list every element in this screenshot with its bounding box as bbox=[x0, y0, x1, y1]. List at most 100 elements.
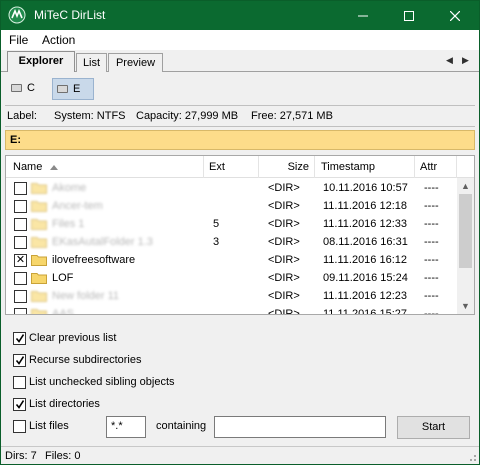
row-name: LOF bbox=[52, 272, 74, 284]
minimize-icon bbox=[358, 15, 368, 16]
row-checkbox[interactable]: ✕ bbox=[14, 254, 27, 267]
option-label: List directories bbox=[29, 398, 100, 410]
column-label: Attr bbox=[420, 161, 438, 173]
table-row[interactable]: Files 1 5 <DIR> 11.11.2016 12:33 ---- bbox=[6, 215, 456, 233]
option-label: List unchecked sibling objects bbox=[29, 376, 175, 388]
table-row[interactable]: EKasAutalFolder 1.3 3 <DIR> 08.11.2016 16:3… bbox=[6, 233, 456, 251]
maximize-icon bbox=[404, 10, 414, 21]
tab-list[interactable]: List bbox=[76, 53, 107, 72]
column-header-attr[interactable]: Attr bbox=[415, 156, 457, 178]
row-timestamp: 11.11.2016 15:27 bbox=[323, 308, 408, 315]
app-icon bbox=[8, 6, 26, 24]
checkbox[interactable] bbox=[13, 420, 26, 433]
file-grid[interactable]: Name Ext Size Timestamp Attr Akome <DIR> 1… bbox=[5, 155, 475, 315]
checkbox[interactable] bbox=[13, 398, 26, 411]
option-label: Clear previous list bbox=[29, 332, 117, 344]
option-checkbox[interactable]: Clear previous list bbox=[13, 332, 213, 348]
scroll-down-icon[interactable]: ▼ bbox=[457, 298, 474, 314]
containing-input[interactable] bbox=[214, 416, 386, 438]
row-checkbox[interactable] bbox=[14, 200, 27, 213]
folder-icon bbox=[31, 182, 47, 194]
file-mask-input[interactable]: *.* bbox=[106, 416, 146, 438]
row-timestamp: 08.11.2016 16:31 bbox=[323, 236, 408, 248]
title-bar[interactable]: MiTeC DirList bbox=[1, 1, 479, 30]
column-header-size[interactable]: Size bbox=[259, 156, 315, 178]
free-space-text: Free: 27,571 MB bbox=[251, 110, 333, 122]
table-row[interactable]: New folder 11 <DIR> 11.11.2016 12:23 ---- bbox=[6, 287, 456, 305]
row-timestamp: 11.11.2016 12:33 bbox=[323, 218, 408, 230]
row-size: <DIR> bbox=[268, 218, 300, 230]
tab-explorer[interactable]: Explorer bbox=[7, 51, 75, 72]
row-name: New folder 11 bbox=[52, 290, 120, 302]
column-header-timestamp[interactable]: Timestamp bbox=[315, 156, 415, 178]
menu-file[interactable]: File bbox=[9, 33, 28, 47]
column-header-ext[interactable]: Ext bbox=[204, 156, 259, 178]
row-attr: ---- bbox=[424, 236, 439, 248]
scroll-thumb[interactable] bbox=[459, 194, 472, 268]
drive-button-e[interactable]: E bbox=[52, 78, 94, 100]
folder-icon bbox=[31, 200, 47, 212]
option-checkbox[interactable]: List directories bbox=[13, 398, 213, 414]
menu-action[interactable]: Action bbox=[42, 33, 75, 47]
row-name: EKasAutalFolder 1.3 bbox=[52, 236, 153, 248]
column-label: Timestamp bbox=[321, 161, 375, 173]
checkbox[interactable] bbox=[13, 332, 26, 345]
drive-info-bar: Label: System: NTFS Capacity: 27,999 MB … bbox=[5, 108, 475, 126]
capacity-text: Capacity: 27,999 MB bbox=[136, 110, 239, 122]
tab-preview[interactable]: Preview bbox=[108, 53, 163, 72]
minimize-button[interactable] bbox=[340, 1, 386, 30]
tab-scroll-left-icon[interactable]: ◀ bbox=[446, 55, 453, 66]
drive-button-c[interactable]: C bbox=[7, 78, 47, 100]
row-name: Ancer-tem bbox=[52, 200, 103, 212]
row-attr: ---- bbox=[424, 200, 439, 212]
scroll-up-icon[interactable]: ▲ bbox=[457, 178, 474, 194]
current-path: E: bbox=[10, 134, 21, 146]
app-window: MiTeC DirList File Action Explorer List … bbox=[0, 0, 480, 465]
row-checkbox[interactable] bbox=[14, 218, 27, 231]
maximize-button[interactable] bbox=[386, 1, 432, 30]
table-row[interactable]: AAS <DIR> 11.11.2016 15:27 ---- bbox=[6, 305, 456, 315]
folder-icon bbox=[31, 272, 47, 284]
table-row[interactable]: Akome <DIR> 10.11.2016 10:57 ---- bbox=[6, 179, 456, 197]
table-row[interactable]: ✕ ilovefreesoftware <DIR> 11.11.2016 16:12 -… bbox=[6, 251, 456, 269]
column-label: Ext bbox=[209, 161, 225, 173]
row-checkbox[interactable] bbox=[14, 182, 27, 195]
row-checkbox[interactable] bbox=[14, 308, 27, 314]
drive-icon bbox=[57, 85, 68, 93]
row-size: <DIR> bbox=[268, 308, 300, 315]
row-size: <DIR> bbox=[268, 200, 300, 212]
close-button[interactable] bbox=[432, 1, 478, 30]
row-timestamp: 11.11.2016 12:23 bbox=[323, 290, 408, 302]
checkbox[interactable] bbox=[13, 376, 26, 389]
row-checkbox[interactable] bbox=[14, 236, 27, 249]
filesystem-text: System: NTFS bbox=[54, 110, 126, 122]
row-size: <DIR> bbox=[268, 182, 300, 194]
option-checkbox[interactable]: Recurse subdirectories bbox=[13, 354, 213, 370]
drive-label: C bbox=[27, 82, 35, 94]
row-name: Files 1 bbox=[52, 218, 85, 230]
menu-bar: File Action bbox=[1, 30, 479, 50]
table-row[interactable]: Ancer-tem <DIR> 11.11.2016 12:18 ---- bbox=[6, 197, 456, 215]
row-checkbox[interactable] bbox=[14, 272, 27, 285]
row-timestamp: 09.11.2016 15:24 bbox=[323, 272, 408, 284]
row-timestamp: 11.11.2016 16:12 bbox=[323, 254, 408, 266]
start-button[interactable]: Start bbox=[397, 416, 470, 439]
containing-label: containing bbox=[156, 420, 207, 432]
tab-scroll-right-icon[interactable]: ▶ bbox=[462, 55, 469, 66]
row-ext: 3 bbox=[213, 236, 220, 248]
option-checkbox[interactable]: List files bbox=[13, 420, 93, 436]
option-checkbox[interactable]: List unchecked sibling objects bbox=[13, 376, 213, 392]
row-checkbox[interactable] bbox=[14, 290, 27, 303]
row-size: <DIR> bbox=[268, 290, 300, 302]
vertical-scrollbar[interactable]: ▲ ▼ bbox=[457, 178, 474, 314]
resize-grip-icon[interactable] bbox=[467, 452, 477, 462]
row-attr: ---- bbox=[424, 290, 439, 302]
column-label: Size bbox=[287, 161, 309, 173]
checkbox[interactable] bbox=[13, 354, 26, 367]
folder-icon bbox=[31, 218, 47, 230]
row-name: AAS bbox=[52, 308, 75, 315]
column-header-name[interactable]: Name bbox=[6, 156, 204, 178]
folder-icon bbox=[31, 290, 47, 302]
table-row[interactable]: LOF <DIR> 09.11.2016 15:24 ---- bbox=[6, 269, 456, 287]
row-timestamp: 10.11.2016 10:57 bbox=[323, 182, 408, 194]
